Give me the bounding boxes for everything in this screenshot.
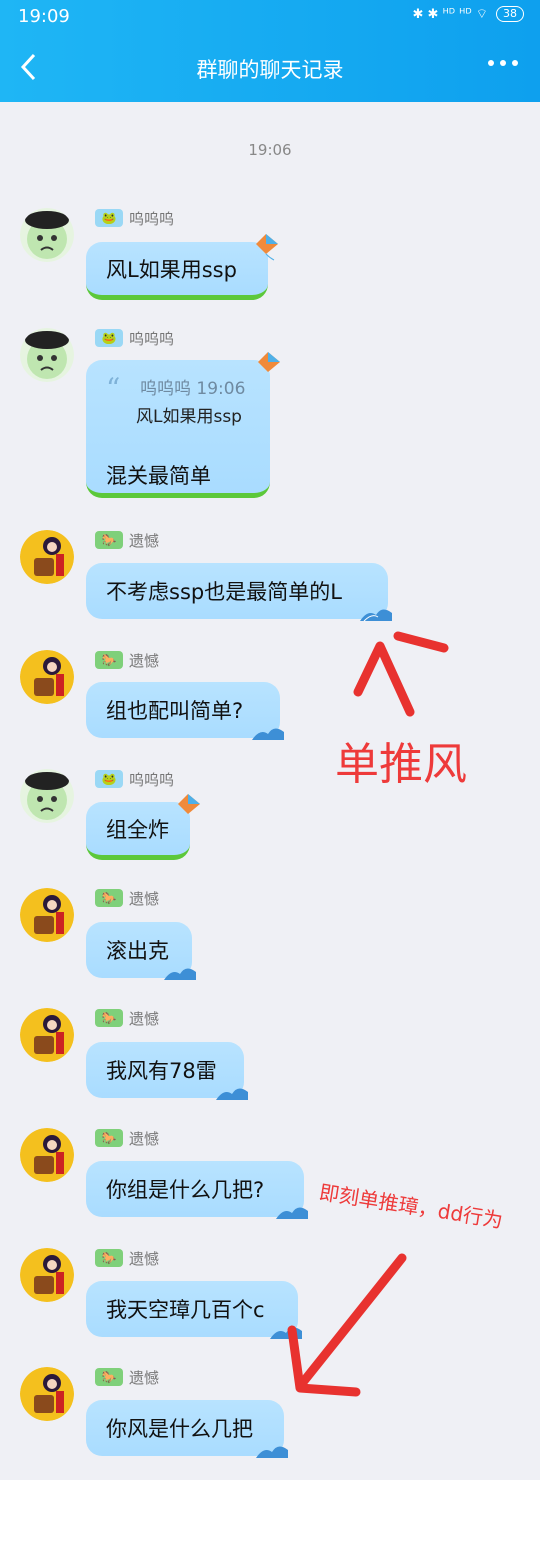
annotation-big: 单推风 bbox=[335, 739, 467, 790]
